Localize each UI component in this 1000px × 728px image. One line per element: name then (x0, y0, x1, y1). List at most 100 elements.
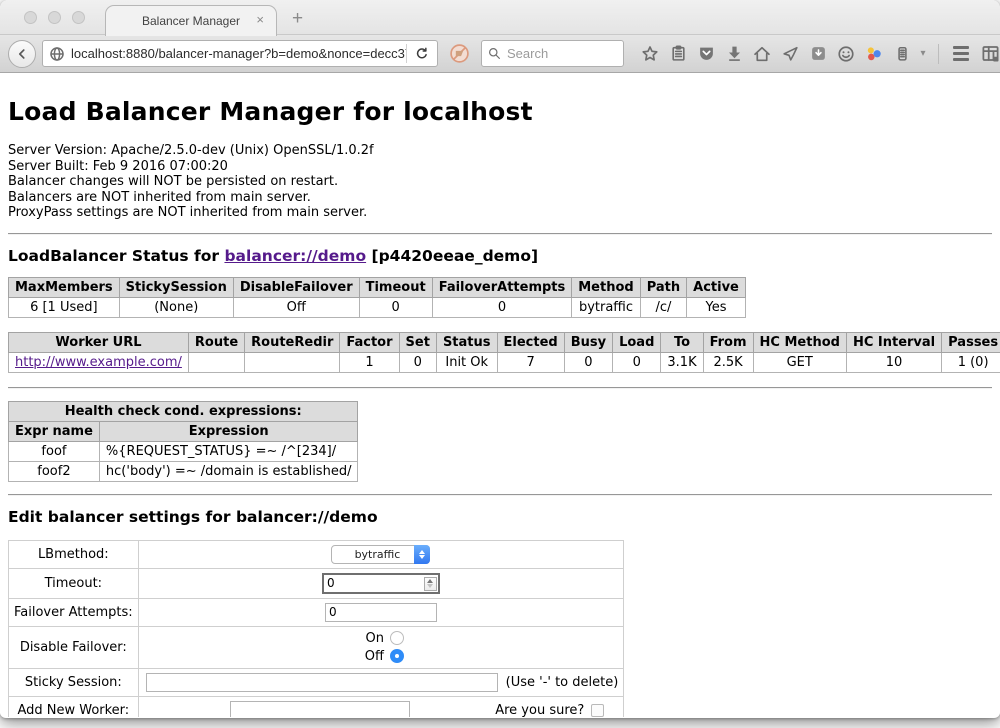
column-header: HC Interval (846, 332, 941, 352)
close-window-button[interactable] (24, 11, 37, 24)
column-header: Factor (340, 332, 399, 352)
bookmarks-menu-icon[interactable] (664, 40, 692, 68)
timeout-input[interactable] (322, 573, 440, 594)
search-input[interactable] (507, 46, 602, 61)
downloads-icon[interactable] (720, 40, 748, 68)
page-content: Load Balancer Manager for localhost Serv… (0, 73, 1000, 717)
status-heading-prefix: LoadBalancer Status for (8, 247, 219, 265)
table-cell: %{REQUEST_STATUS} =~ /^[234]/ (99, 441, 358, 461)
url-bar[interactable] (42, 40, 438, 67)
home-icon[interactable] (748, 40, 776, 68)
tab-bar: Balancer Manager × + (0, 0, 1000, 35)
balancer-settings-form: LBmethod: bytraffic Timeout: (8, 540, 624, 718)
table-row: http://www.example.com/10Init Ok7003.1K2… (9, 352, 1000, 372)
column-header: Active (687, 277, 746, 297)
bookmark-star-icon[interactable] (636, 40, 664, 68)
table-cell: 1 (0) (942, 352, 1000, 372)
balancer-status-table: MaxMembersStickySessionDisableFailoverTi… (8, 277, 746, 318)
table-cell: 0 (613, 352, 661, 372)
lbmethod-label: LBmethod: (9, 540, 139, 568)
failover-attempts-input[interactable] (325, 603, 437, 622)
are-you-sure-checkbox[interactable] (591, 704, 604, 717)
disable-failover-off-radio[interactable] (390, 649, 404, 663)
menu-hamburger-icon[interactable] (947, 40, 975, 68)
disable-failover-on-radio[interactable] (390, 631, 404, 645)
table-cell (188, 352, 244, 372)
table-row: foof%{REQUEST_STATUS} =~ /^[234]/ (9, 441, 358, 461)
column-header: StickySession (119, 277, 233, 297)
tab-close-icon[interactable]: × (256, 12, 264, 27)
table-cell: foof (9, 441, 100, 461)
column-header: HC Method (753, 332, 846, 352)
balancers-note-line: Balancers are NOT inherited from main se… (8, 190, 992, 206)
table-cell: 0 (564, 352, 612, 372)
navigation-toolbar: ▾ (0, 35, 1000, 73)
minimize-window-button[interactable] (48, 11, 61, 24)
divider (8, 494, 992, 496)
worker-url-link[interactable]: http://www.example.com/ (15, 355, 182, 370)
add-new-worker-label: Add New Worker: (9, 696, 139, 717)
balancer-demo-link[interactable]: balancer://demo (224, 247, 366, 265)
table-cell: 0 (432, 297, 572, 317)
browser-window: Balancer Manager × + (0, 0, 1000, 718)
page-title: Load Balancer Manager for localhost (8, 97, 992, 126)
pages-grid-icon[interactable] (975, 40, 1000, 68)
reload-icon[interactable] (415, 47, 429, 61)
column-header: Route (188, 332, 244, 352)
number-spinner-icon[interactable] (424, 577, 437, 591)
table-cell: 10 (846, 352, 941, 372)
new-tab-button[interactable]: + (292, 8, 303, 30)
failover-attempts-label: Failover Attempts: (9, 598, 139, 626)
column-header: MaxMembers (9, 277, 120, 297)
feedback-smiley-icon[interactable] (832, 40, 860, 68)
table-cell: Off (233, 297, 359, 317)
column-header: Load (613, 332, 661, 352)
column-header: Path (640, 277, 686, 297)
chevron-down-icon[interactable]: ▾ (916, 48, 930, 59)
sticky-session-note: (Use '-' to delete) (506, 675, 619, 690)
download-panel-icon[interactable] (804, 40, 832, 68)
table-cell: foof2 (9, 461, 100, 481)
table-row: 6 [1 Used](None)Off00bytraffic/c/Yes (9, 297, 746, 317)
send-tab-icon[interactable] (776, 40, 804, 68)
server-built-line: Server Built: Feb 9 2016 07:00:20 (8, 159, 992, 175)
column-header: To (661, 332, 703, 352)
table-cell: 6 [1 Used] (9, 297, 120, 317)
column-header: Worker URL (9, 332, 189, 352)
table-cell: 0 (359, 297, 432, 317)
table-cell: bytraffic (572, 297, 640, 317)
worker-status-table: Worker URLRouteRouteRedirFactorSetStatus… (8, 332, 1000, 373)
column-header: Set (399, 332, 436, 352)
column-header: DisableFailover (233, 277, 359, 297)
column-header: Expression (99, 421, 358, 441)
on-radio-label: On (358, 631, 384, 646)
column-header: From (703, 332, 753, 352)
column-header: Method (572, 277, 640, 297)
table-cell: Init Ok (436, 352, 497, 372)
server-info: Server Version: Apache/2.5.0-dev (Unix) … (8, 143, 992, 221)
off-radio-label: Off (358, 649, 384, 664)
url-input[interactable] (71, 46, 406, 61)
health-check-table: Health check cond. expressions:Expr name… (8, 401, 358, 482)
timeout-label: Timeout: (9, 568, 139, 598)
sticky-session-input[interactable] (146, 673, 498, 692)
table-row: foof2hc('body') =~ /domain is establishe… (9, 461, 358, 481)
loadbalancer-status-heading: LoadBalancer Status for balancer://demo … (8, 247, 992, 265)
add-new-worker-input[interactable] (230, 701, 410, 718)
table-cell: http://www.example.com/ (9, 352, 189, 372)
pocket-icon[interactable] (692, 40, 720, 68)
window-controls (24, 11, 85, 24)
content-blocker-icon[interactable] (449, 43, 470, 64)
edit-balancer-heading: Edit balancer settings for balancer://de… (8, 508, 992, 526)
persist-note-line: Balancer changes will NOT be persisted o… (8, 174, 992, 190)
colored-dots-addon-icon[interactable] (860, 40, 888, 68)
zoom-window-button[interactable] (72, 11, 85, 24)
battery-addon-icon[interactable] (888, 40, 916, 68)
table-cell: 7 (497, 352, 564, 372)
select-stepper-icon (414, 545, 430, 564)
back-arrow-icon (15, 47, 29, 61)
lbmethod-select[interactable]: bytraffic (331, 545, 430, 564)
tab-balancer-manager[interactable]: Balancer Manager × (105, 5, 277, 36)
back-button[interactable] (8, 40, 36, 68)
search-bar[interactable] (481, 40, 624, 67)
